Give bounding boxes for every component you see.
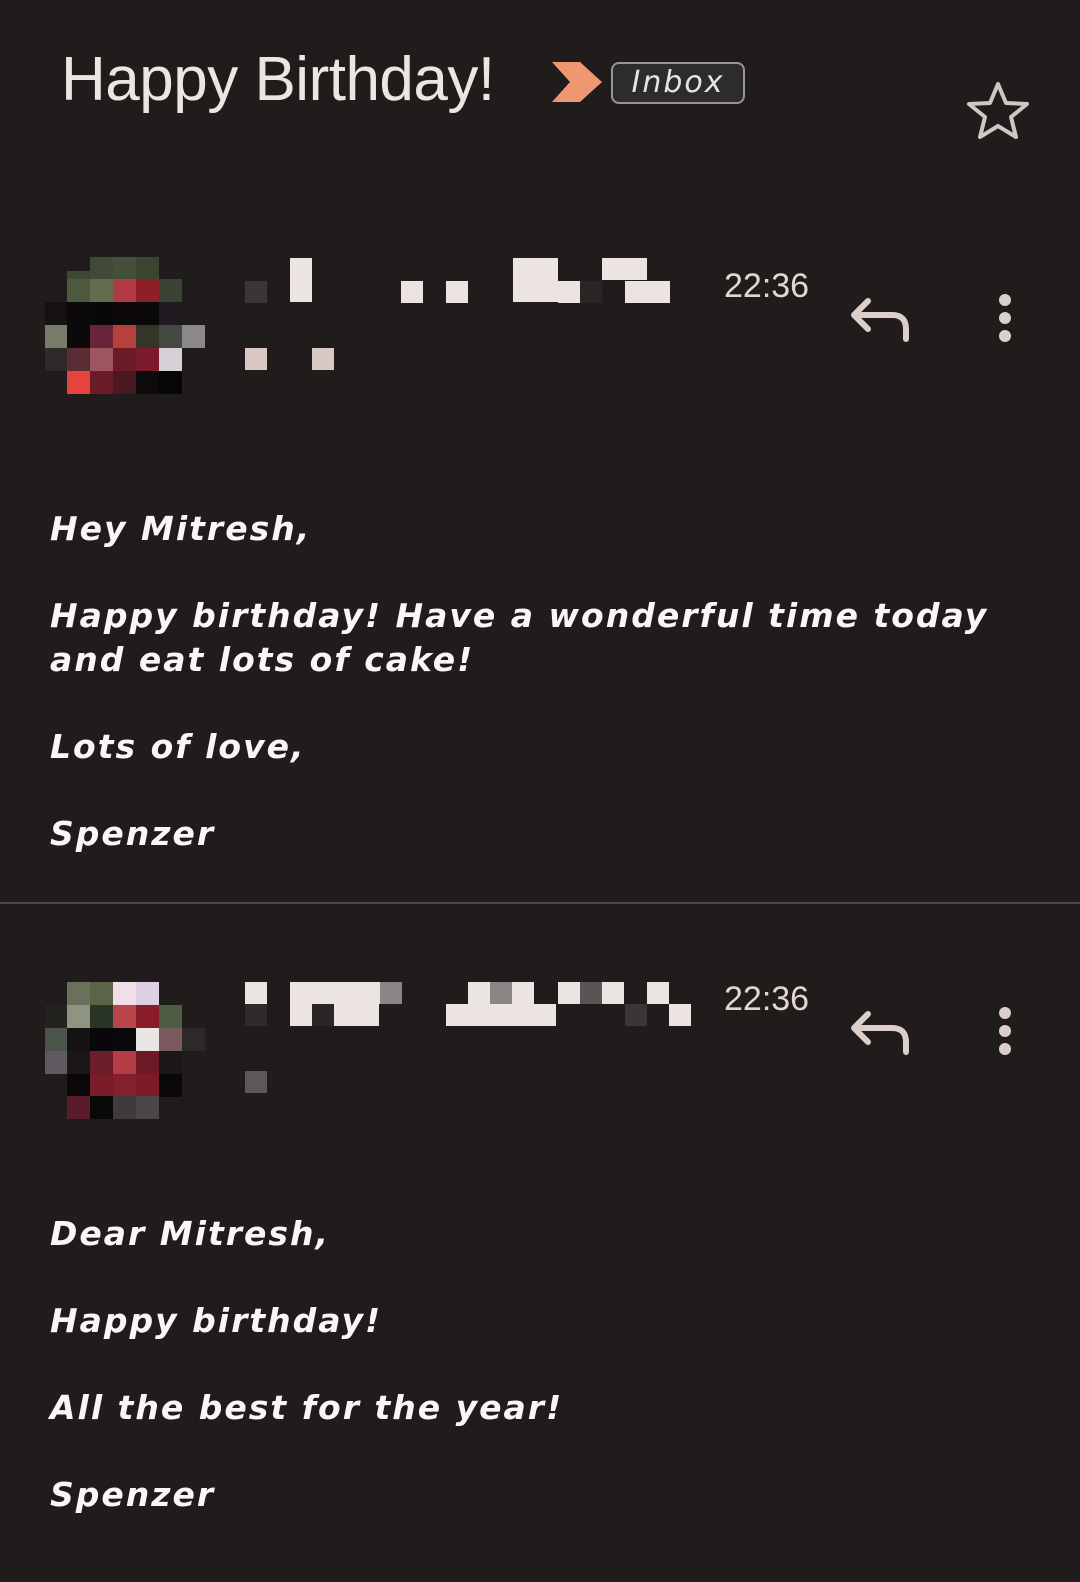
more-vert-icon[interactable] [985,290,1025,350]
body-line: Spenzer [50,814,216,853]
inbox-label-chip[interactable]: Inbox [611,62,745,104]
important-arrow-icon[interactable] [552,60,604,104]
message-divider [0,902,1080,904]
avatar[interactable] [45,970,205,1119]
sender-redacted[interactable] [245,970,695,1093]
message-time: 22:36 [724,980,810,1018]
message-time: 22:36 [724,267,810,305]
thread-header: Happy Birthday! Inbox [0,0,1080,170]
more-vert-icon[interactable] [985,1003,1025,1063]
body-line: Dear Mitresh, [50,1214,331,1253]
body-line: Happy birthday! [50,1301,383,1340]
avatar[interactable] [45,257,205,394]
reply-icon[interactable] [846,1006,916,1060]
body-line: Spenzer [50,1475,216,1514]
body-line: Lots of love, [50,727,306,766]
body-line: All the best for the year! [50,1388,564,1427]
body-line: Happy birthday! Have a wonderful time to… [50,596,989,679]
reply-icon[interactable] [846,293,916,347]
star-outline-icon[interactable] [966,80,1030,140]
message-card: 22:36 Dear Mitresh, Happy birthday! All … [0,958,1080,1582]
message-card: 22:36 Hey Mitresh, Happy birthday! Have … [0,245,1080,910]
thread-subject: Happy Birthday! [61,45,495,114]
body-line: Hey Mitresh, [50,509,312,548]
message-body: Dear Mitresh, Happy birthday! All the be… [50,1212,1040,1560]
sender-redacted[interactable] [245,257,695,377]
message-body: Hey Mitresh, Happy birthday! Have a wond… [50,507,1040,899]
